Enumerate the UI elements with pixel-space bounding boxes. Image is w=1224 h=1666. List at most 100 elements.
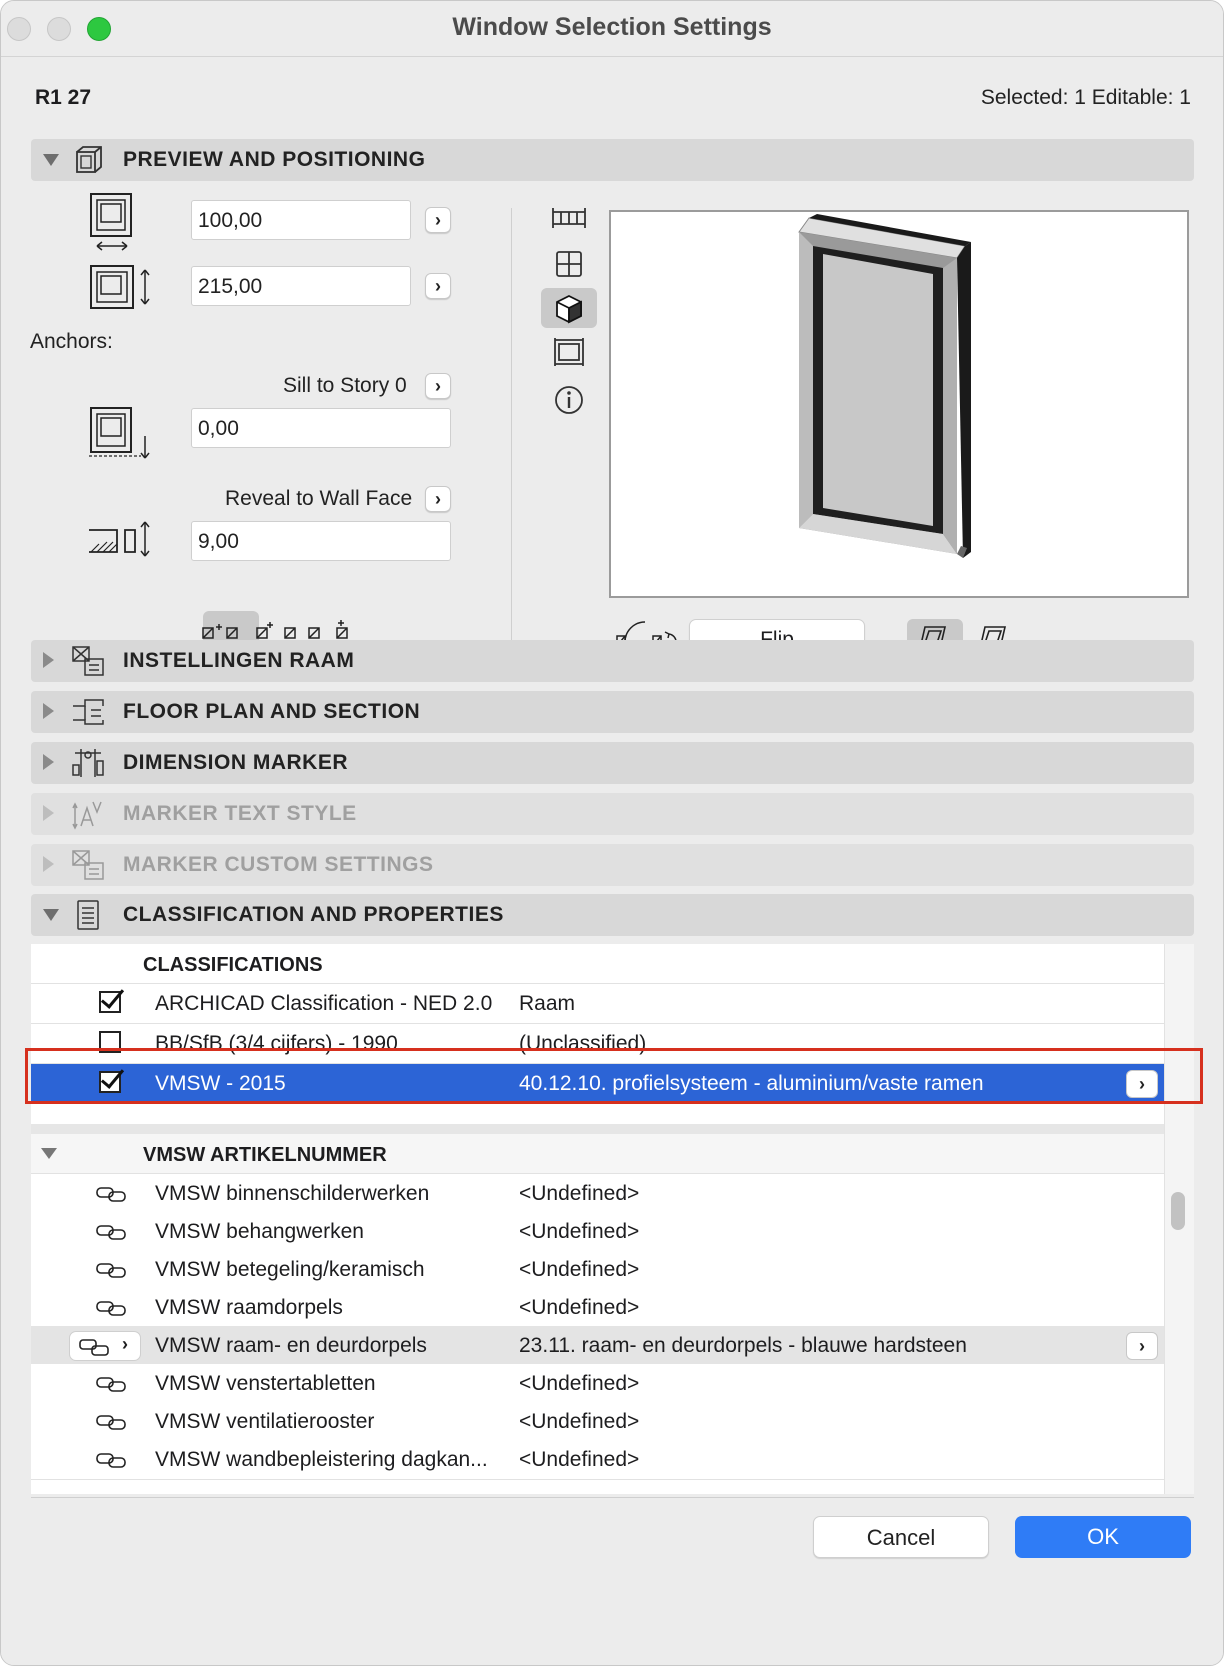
reveal-label: Reveal to Wall Face: [225, 487, 413, 510]
property-row[interactable]: VMSW venstertabletten <Undefined>: [31, 1364, 1164, 1404]
property-name: VMSW raam- en deurdorpels: [155, 1334, 427, 1357]
cancel-button[interactable]: Cancel: [813, 1516, 989, 1558]
property-row-hovered[interactable]: › VMSW raam- en deurdorpels 23.11. raam-…: [31, 1326, 1164, 1366]
reveal-input[interactable]: 9,00: [191, 521, 451, 561]
expand-triangle-icon[interactable]: [43, 805, 54, 821]
3d-preview[interactable]: [609, 210, 1189, 598]
link-icon: [96, 1263, 126, 1278]
property-name: VMSW betegeling/keramisch: [155, 1258, 425, 1281]
section-title: INSTELLINGEN RAAM: [123, 649, 355, 672]
property-row[interactable]: VMSW betegeling/keramisch <Undefined>: [31, 1250, 1164, 1290]
link-icon: [96, 1415, 126, 1430]
collapse-triangle-icon[interactable]: [41, 1148, 57, 1159]
section-title: MARKER TEXT STYLE: [123, 802, 357, 825]
property-value[interactable]: <Undefined>: [519, 1258, 639, 1282]
property-name: VMSW ventilatierooster: [155, 1410, 375, 1433]
link-icon: [96, 1453, 126, 1468]
classification-row[interactable]: ARCHICAD Classification - NED 2.0 Raam: [31, 984, 1164, 1024]
property-value[interactable]: <Undefined>: [519, 1220, 639, 1244]
height-icon: [90, 265, 150, 309]
property-picker-button[interactable]: ›: [1126, 1332, 1158, 1360]
settings-dialog: Window Selection Settings R1 27 Selected…: [0, 0, 1224, 1666]
height-input[interactable]: 215,00: [191, 266, 411, 306]
expand-triangle-icon[interactable]: [43, 652, 54, 668]
panel-divider: [511, 208, 512, 674]
sill-input[interactable]: 0,00: [191, 408, 451, 448]
property-row[interactable]: VMSW raamdorpels <Undefined>: [31, 1288, 1164, 1328]
table-scroll-thumb[interactable]: [1171, 1192, 1185, 1230]
section-preview-positioning[interactable]: PREVIEW AND POSITIONING: [31, 139, 1194, 181]
dimensions-view-icon[interactable]: [541, 198, 597, 238]
section-marker-custom-settings[interactable]: MARKER CUSTOM SETTINGS: [31, 844, 1194, 886]
floor-plan-icon: [73, 699, 104, 725]
classification-checkbox[interactable]: [99, 991, 121, 1013]
marker-custom-icon: [72, 850, 104, 880]
classification-value[interactable]: Raam: [519, 992, 575, 1016]
property-value[interactable]: <Undefined>: [519, 1410, 639, 1434]
property-value[interactable]: <Undefined>: [519, 1296, 639, 1320]
ok-button[interactable]: OK: [1015, 1516, 1191, 1558]
property-row[interactable]: VMSW ventilatierooster <Undefined>: [31, 1402, 1164, 1442]
section-view-icon[interactable]: [541, 332, 597, 372]
element-id: R1 27: [35, 86, 92, 109]
front-view-icon[interactable]: [541, 244, 597, 284]
window-3d-icon: [76, 146, 102, 173]
expand-triangle-icon[interactable]: [43, 154, 59, 166]
expand-triangle-icon[interactable]: [43, 856, 54, 872]
3d-view-icon[interactable]: [541, 288, 597, 328]
property-row[interactable]: VMSW wandbepleistering dagkan... <Undefi…: [31, 1440, 1164, 1480]
link-icon: [79, 1339, 109, 1356]
classification-system: ARCHICAD Classification - NED 2.0: [155, 992, 493, 1015]
expand-triangle-icon[interactable]: [43, 909, 59, 921]
sill-height-icon: [89, 407, 150, 459]
property-row[interactable]: VMSW behangwerken <Undefined>: [31, 1212, 1164, 1252]
info-icon[interactable]: [541, 380, 597, 420]
width-icon: [90, 193, 132, 251]
sill-label: Sill to Story 0: [283, 374, 407, 397]
reveal-reference-button[interactable]: ›: [425, 486, 451, 512]
selection-info: Selected: 1 Editable: 1: [980, 86, 1191, 109]
reveal-depth-icon: [89, 521, 150, 557]
marker-text-icon: [72, 801, 102, 830]
link-icon: [96, 1377, 126, 1392]
section-instellingen-raam[interactable]: INSTELLINGEN RAAM: [31, 640, 1194, 682]
custom-settings-icon: [72, 646, 104, 676]
selection-highlight-box: [25, 1048, 1203, 1104]
footer-separator: [31, 1497, 1194, 1498]
section-title: CLASSIFICATION AND PROPERTIES: [123, 903, 504, 926]
anchors-label: Anchors:: [30, 330, 113, 353]
link-options-button[interactable]: ›: [69, 1331, 141, 1361]
property-name: VMSW wandbepleistering dagkan...: [155, 1448, 488, 1471]
section-title: PREVIEW AND POSITIONING: [123, 148, 426, 171]
sill-reference-button[interactable]: ›: [425, 373, 451, 399]
property-row[interactable]: VMSW binnenschilderwerken <Undefined>: [31, 1174, 1164, 1214]
section-title: DIMENSION MARKER: [123, 751, 349, 774]
property-value[interactable]: <Undefined>: [519, 1182, 639, 1206]
section-dimension-marker[interactable]: DIMENSION MARKER: [31, 742, 1194, 784]
property-value[interactable]: <Undefined>: [519, 1448, 639, 1472]
property-name: VMSW behangwerken: [155, 1220, 364, 1243]
expand-triangle-icon[interactable]: [43, 703, 54, 719]
section-classification-properties[interactable]: CLASSIFICATION AND PROPERTIES: [31, 894, 1194, 936]
property-group-header[interactable]: VMSW ARTIKELNUMMER: [31, 1134, 1164, 1174]
section-marker-text-style[interactable]: MARKER TEXT STYLE: [31, 793, 1194, 835]
width-link-button[interactable]: ›: [425, 207, 451, 233]
section-title: FLOOR PLAN AND SECTION: [123, 700, 421, 723]
classifications-header-label: CLASSIFICATIONS: [143, 954, 323, 976]
dialog-content: R1 27 Selected: 1 Editable: 1 PREVIEW AN…: [1, 58, 1223, 1665]
property-group-label: VMSW ARTIKELNUMMER: [143, 1144, 387, 1166]
dimension-marker-icon: [72, 749, 104, 777]
property-name: VMSW binnenschilderwerken: [155, 1182, 430, 1205]
classifications-header: CLASSIFICATIONS: [31, 944, 1164, 984]
document-icon: [77, 900, 99, 930]
chevron-right-icon: ›: [122, 1334, 128, 1354]
property-value[interactable]: 23.11. raam- en deurdorpels - blauwe har…: [519, 1334, 967, 1358]
section-floor-plan-section[interactable]: FLOOR PLAN AND SECTION: [31, 691, 1194, 733]
height-link-button[interactable]: ›: [425, 273, 451, 299]
width-input[interactable]: 100,00: [191, 200, 411, 240]
link-icon: [96, 1187, 126, 1202]
expand-triangle-icon[interactable]: [43, 754, 54, 770]
section-title: MARKER CUSTOM SETTINGS: [123, 853, 434, 876]
property-value[interactable]: <Undefined>: [519, 1372, 639, 1396]
link-icon: [96, 1225, 126, 1240]
